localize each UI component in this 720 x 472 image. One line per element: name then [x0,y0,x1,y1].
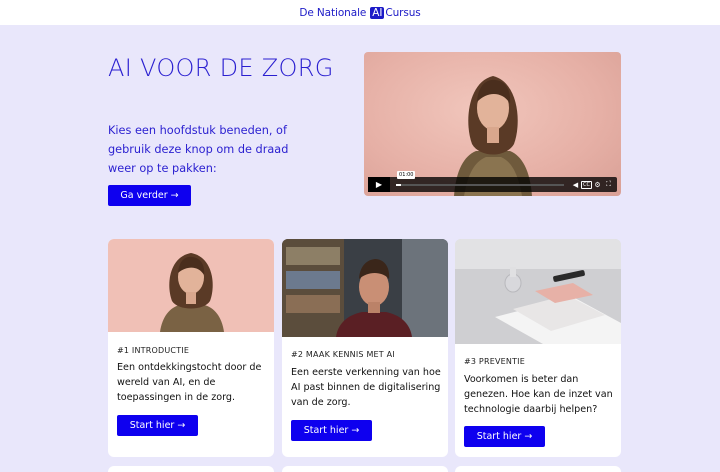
card-2-kicker: #2 MAAK KENNIS MET AI [291,350,395,359]
card-2-start-button[interactable]: Start hier → [291,420,372,441]
brand-ai-badge: AI [370,6,385,19]
card-3-description: Voorkomen is beter dan genezen. Hoe kan … [464,374,613,415]
card-3-kicker: #3 PREVENTIE [464,357,525,366]
video-player[interactable]: ▶ 01:00 ◀ CC ⚙ ⛶ [364,52,621,196]
continue-button[interactable]: Ga verder → [108,185,191,206]
next-card-peek-2 [282,466,448,472]
brand-prefix: De Nationale [299,6,367,19]
site-header: De Nationale AI Cursus [0,0,720,25]
card-2-image [282,239,448,337]
card-1-image [108,239,274,332]
next-card-peek-3 [455,466,621,472]
card-3-start-button[interactable]: Start hier → [464,426,545,447]
volume-icon[interactable]: ◀ [570,181,581,189]
video-time: 01:00 [397,170,416,179]
card-1-description: Een ontdekkingstocht door de wereld van … [117,362,262,403]
hero-intro-text: Kies een hoofdstuk beneden, of gebruik d… [108,124,289,175]
video-progress-fill [396,183,402,186]
settings-icon[interactable]: ⚙ [592,181,603,189]
captions-icon[interactable]: CC [581,180,592,189]
play-icon[interactable]: ▶ [368,177,390,192]
video-progress-bar[interactable]: 01:00 [396,170,564,186]
next-card-peek-1 [108,466,274,472]
brand-suffix: Cursus [385,6,421,19]
card-3-image [455,239,621,344]
chapter-card-2: #2 MAAK KENNIS MET AI Een eerste verkenn… [282,239,448,457]
card-1-start-button[interactable]: Start hier → [117,415,198,436]
chapter-card-1: #1 INTRODUCTIE Een ontdekkingstocht door… [108,239,274,457]
card-2-description: Een eerste verkenning van hoe AI past bi… [291,367,441,408]
chapter-card-3: #3 PREVENTIE Voorkomen is beter dan gene… [455,239,621,457]
fullscreen-icon[interactable]: ⛶ [603,180,614,189]
video-controls: ▶ 01:00 ◀ CC ⚙ ⛶ [368,170,617,192]
page-title: AI VOOR DE ZORG [108,54,334,82]
card-1-kicker: #1 INTRODUCTIE [117,346,190,355]
